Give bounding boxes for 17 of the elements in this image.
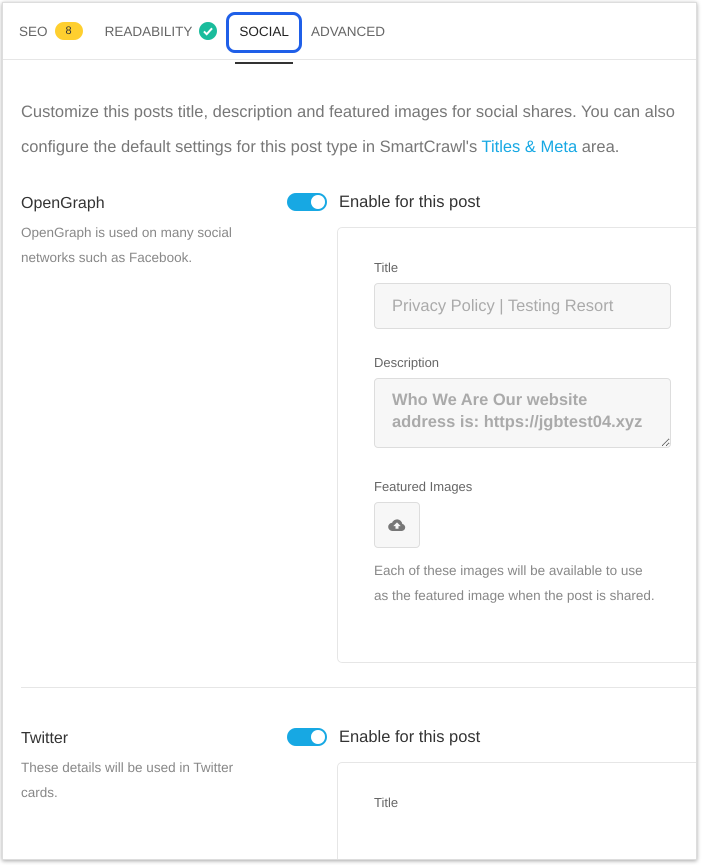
toggle-switch[interactable] (287, 193, 327, 211)
count-badge: 8 (54, 22, 83, 40)
section-description: These details will be used in Twitter cards. (21, 759, 234, 802)
upload-button[interactable] (374, 502, 420, 548)
toggle-label: Enable for this post (339, 728, 480, 746)
section-title: OpenGraph (21, 195, 106, 213)
section-description: OpenGraph is used on many social networks such as Facebook. (21, 224, 233, 267)
toggle-switch[interactable] (287, 728, 327, 746)
toggle-label: Enable for this post (339, 192, 480, 212)
section-title: Twitter (21, 730, 70, 748)
help-text: Each of these images will be available to use as the featured image when the post is shared. (374, 562, 656, 605)
field-label: Title (374, 260, 400, 275)
field-label: Featured Images (374, 479, 474, 494)
cloud-upload-icon (388, 519, 406, 531)
field-label: Description (374, 355, 440, 370)
intro-text: Customize this posts title, description and featured images for social shares. You can also configure the default settings for this post type in SmartCrawl's Titles & Meta area. (21, 102, 676, 158)
field-label: Title (374, 795, 400, 810)
